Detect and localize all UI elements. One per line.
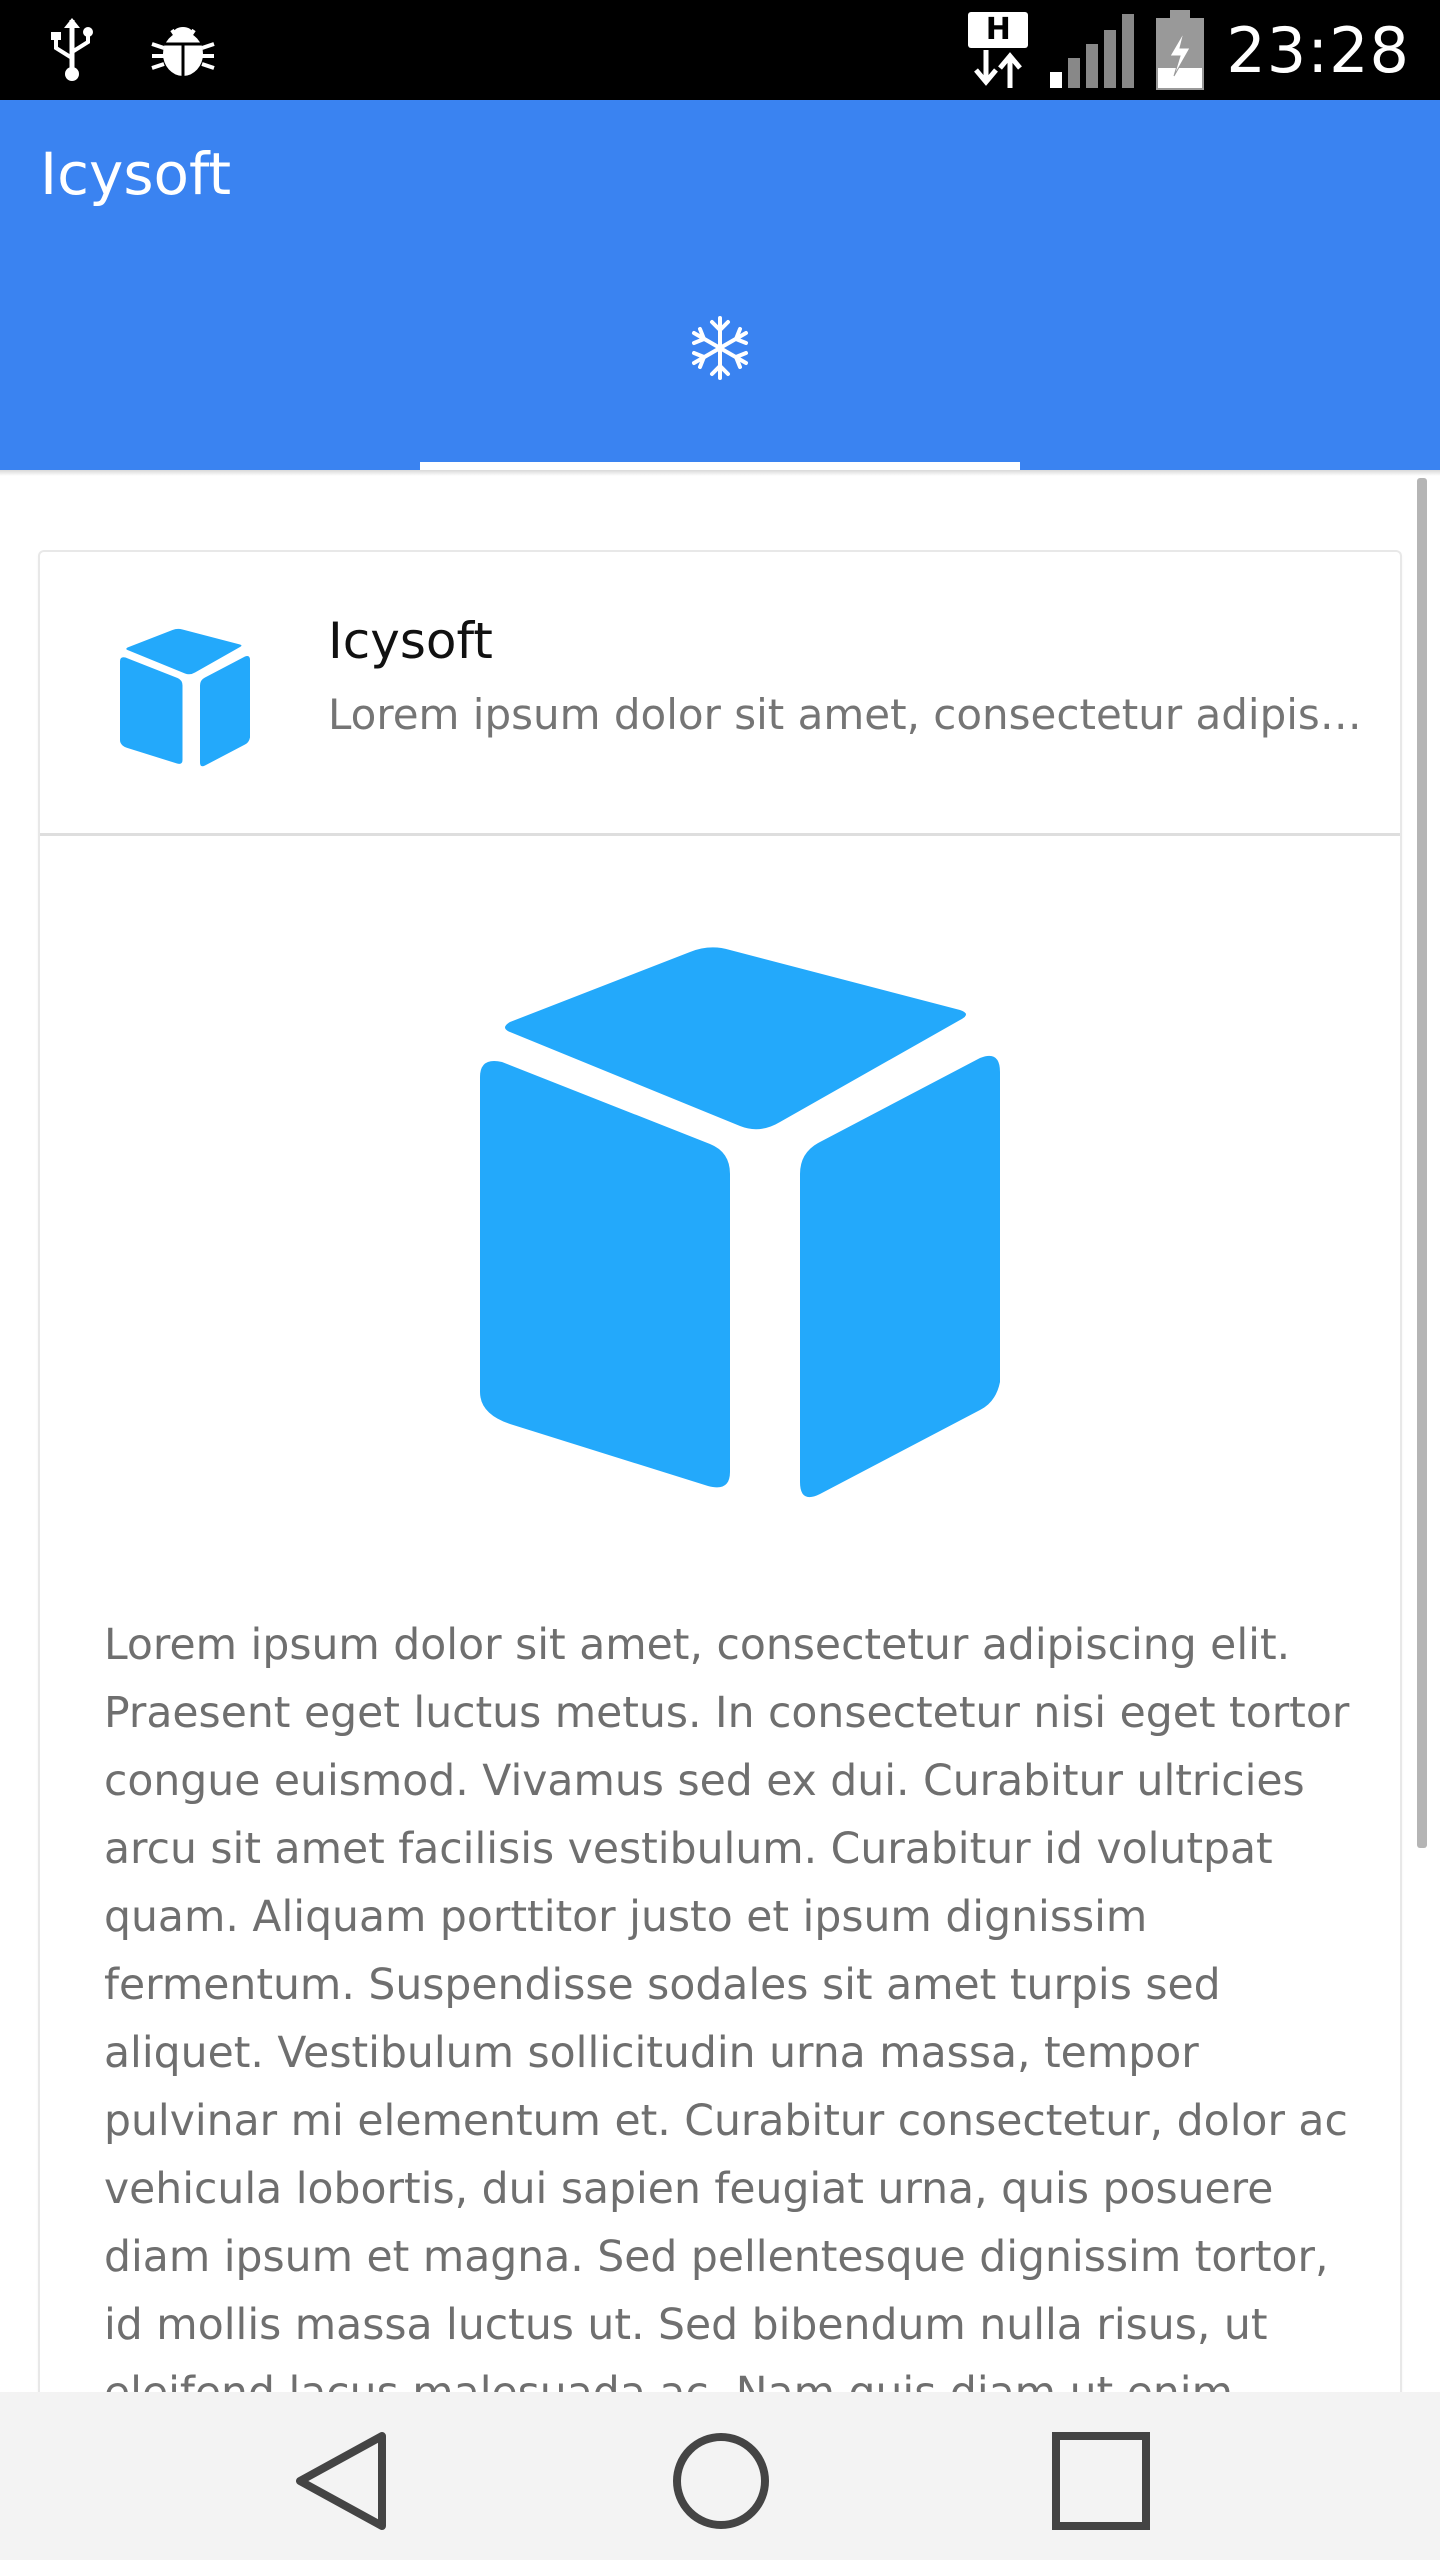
home-icon[interactable] — [666, 2426, 776, 2536]
signal-icon — [1050, 14, 1135, 88]
clock: 23:28 — [1226, 13, 1410, 87]
status-bar: H 23:28 — [0, 0, 1440, 100]
network-type-label: H — [968, 12, 1029, 48]
card-subtitle: Lorem ipsum dolor sit amet, consectetur … — [328, 690, 1368, 739]
back-icon[interactable] — [286, 2426, 396, 2536]
battery-charging-icon — [1156, 10, 1205, 90]
debug-bug-icon — [151, 27, 215, 76]
card-body-text: Lorem ipsum dolor sit amet, consectetur … — [104, 1621, 1350, 2418]
app-bar: Icysoft — [0, 100, 1440, 470]
tab-indicator — [420, 462, 1020, 470]
status-left-icons — [50, 18, 216, 82]
status-right-icons: H 23:28 — [968, 0, 1410, 100]
cube-icon — [480, 947, 1000, 1498]
card-header: Icysoft Lorem ipsum dolor sit amet, cons… — [40, 552, 1400, 836]
cube-icon — [120, 628, 250, 767]
screen: H 23:28 Icysoft Icysoft Lorem ipsum dolo… — [0, 0, 1440, 2560]
content-card[interactable]: Icysoft Lorem ipsum dolor sit amet, cons… — [40, 552, 1400, 2560]
card-title: Icysoft — [328, 612, 493, 670]
recents-icon[interactable] — [1046, 2426, 1156, 2536]
usb-icon — [51, 18, 93, 81]
app-title: Icysoft — [40, 140, 232, 208]
app-bar-shadow — [0, 470, 1440, 476]
scrollbar[interactable] — [1417, 478, 1427, 1848]
network-h-icon: H — [968, 12, 1029, 88]
navigation-bar — [0, 2392, 1440, 2560]
snowflake-icon[interactable] — [688, 316, 752, 380]
